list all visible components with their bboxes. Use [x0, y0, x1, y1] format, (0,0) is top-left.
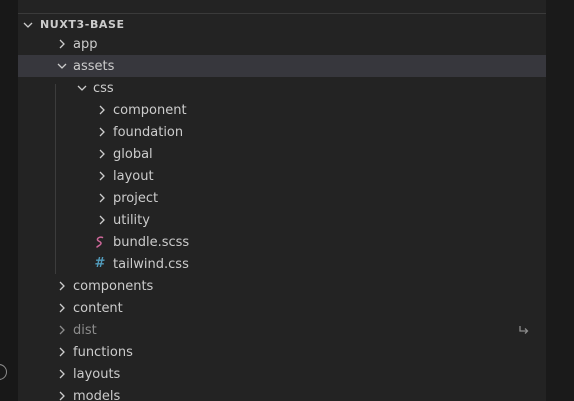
tree-item-label: components — [73, 279, 154, 294]
chevron-right-icon — [96, 126, 108, 138]
tree-item-label: content — [73, 301, 123, 316]
tree-folder-css[interactable]: css — [18, 77, 546, 99]
chevron-right-icon — [56, 346, 68, 358]
tree-item-label: foundation — [113, 125, 184, 140]
tree-folder-dist[interactable]: dist — [18, 319, 546, 341]
share-arrow-icon — [518, 324, 530, 336]
chevron-right-icon — [96, 170, 108, 182]
tree-item-label: css — [93, 81, 114, 96]
accounts-icon[interactable] — [0, 364, 7, 380]
chevron-down-icon — [56, 60, 68, 72]
chevron-right-icon — [96, 214, 108, 226]
chevron-right-icon — [96, 104, 108, 116]
chevron-right-icon — [96, 192, 108, 204]
tree-item-label: app — [73, 37, 98, 52]
tree-item-label: layouts — [73, 367, 121, 382]
chevron-right-icon — [56, 302, 68, 314]
tree-folder-layouts[interactable]: layouts — [18, 363, 546, 385]
tree-folder-foundation[interactable]: foundation — [18, 121, 546, 143]
tree-folder-functions[interactable]: functions — [18, 341, 546, 363]
tree-folder-layout[interactable]: layout — [18, 165, 546, 187]
tree-folder-app[interactable]: app — [18, 33, 546, 55]
chevron-right-icon — [96, 148, 108, 160]
editor-area-edge — [546, 0, 574, 401]
tree-item-label: component — [113, 103, 187, 118]
tree-folder-assets[interactable]: assets — [18, 55, 546, 77]
activity-bar — [0, 0, 18, 401]
tree-folder-content[interactable]: content — [18, 297, 546, 319]
tree-item-label: models — [73, 389, 121, 401]
tree-item-label: utility — [113, 213, 150, 228]
sass-file-icon — [93, 235, 107, 249]
explorer-panel: NUXT3-BASE app assets css component foun… — [18, 0, 546, 401]
tree-item-label: global — [113, 147, 153, 162]
chevron-right-icon — [56, 368, 68, 380]
tree-folder-global[interactable]: global — [18, 143, 546, 165]
chevron-down-icon — [22, 19, 34, 31]
tree-item-label: functions — [73, 345, 133, 360]
workspace-title: NUXT3-BASE — [40, 18, 125, 31]
tree-item-label: dist — [73, 323, 97, 338]
tree-folder-models[interactable]: models — [18, 385, 546, 401]
chevron-right-icon — [56, 324, 68, 336]
tree-item-label: assets — [73, 59, 115, 74]
tree-item-label: tailwind.css — [113, 257, 189, 272]
chevron-right-icon — [56, 38, 68, 50]
tree-folder-component[interactable]: component — [18, 99, 546, 121]
tree-file-tailwind-css[interactable]: # tailwind.css — [18, 253, 546, 275]
tree-file-bundle-scss[interactable]: bundle.scss — [18, 231, 546, 253]
tree-item-label: project — [113, 191, 159, 206]
tree-folder-components[interactable]: components — [18, 275, 546, 297]
chevron-down-icon — [76, 82, 88, 94]
chevron-right-icon — [56, 280, 68, 292]
css-hash-icon: # — [94, 256, 106, 271]
tree-folder-utility[interactable]: utility — [18, 209, 546, 231]
tree-folder-project[interactable]: project — [18, 187, 546, 209]
chevron-right-icon — [56, 390, 68, 401]
tree-item-label: layout — [113, 169, 154, 184]
tree-item-label: bundle.scss — [113, 235, 190, 250]
